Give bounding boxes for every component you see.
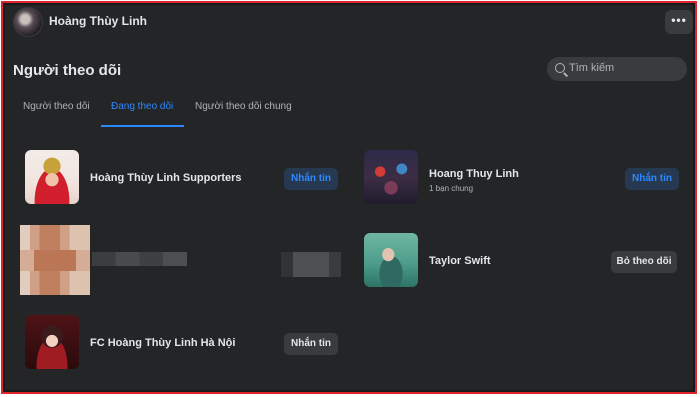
mutual-friends-count: 1 bạn chung bbox=[429, 184, 474, 193]
following-name[interactable]: FC Hoàng Thùy Linh Hà Nội bbox=[90, 337, 235, 349]
app-frame: Hoàng Thùy Linh ••• Người theo dõi Tìm k… bbox=[1, 1, 697, 394]
following-name[interactable]: Hoàng Thùy Linh Supporters bbox=[90, 172, 242, 184]
tab-followers[interactable]: Người theo dõi bbox=[23, 101, 90, 127]
profile-name[interactable]: Hoàng Thùy Linh bbox=[49, 14, 147, 28]
pixelated-avatar bbox=[20, 225, 90, 295]
page-title: Người theo dõi bbox=[13, 62, 122, 79]
following-name[interactable]: Hoang Thuy Linh bbox=[429, 168, 519, 180]
page-avatar[interactable] bbox=[25, 315, 79, 369]
message-button[interactable]: Nhắn tin bbox=[625, 168, 679, 190]
page-avatar[interactable] bbox=[364, 150, 418, 204]
message-button[interactable]: Nhắn tin bbox=[284, 333, 338, 355]
unfollow-button[interactable]: Bỏ theo dõi bbox=[611, 251, 677, 273]
tab-mutual-followers[interactable]: Người theo dõi chung bbox=[195, 101, 292, 127]
pixelated-button bbox=[281, 252, 341, 277]
page-avatar[interactable] bbox=[364, 233, 418, 287]
search-icon bbox=[555, 63, 565, 73]
message-button[interactable]: Nhắn tin bbox=[284, 168, 338, 190]
pixelated-name bbox=[92, 252, 187, 266]
search-placeholder: Tìm kiếm bbox=[569, 62, 615, 74]
more-options-button[interactable]: ••• bbox=[665, 10, 693, 34]
following-panel: Hoàng Thùy Linh ••• Người theo dõi Tìm k… bbox=[5, 5, 693, 390]
following-item[interactable]: Hoang Thuy Linh 1 bạn chung Nhắn tin bbox=[364, 150, 686, 210]
tab-following[interactable]: Đang theo dõi bbox=[111, 101, 173, 127]
following-item[interactable]: FC Hoàng Thùy Linh Hà Nội Nhắn tin bbox=[25, 315, 347, 375]
profile-avatar[interactable] bbox=[13, 7, 43, 37]
following-item[interactable]: Taylor Swift Bỏ theo dõi bbox=[364, 233, 686, 293]
active-tab-indicator bbox=[101, 125, 184, 127]
page-avatar[interactable] bbox=[25, 150, 79, 204]
following-name[interactable]: Taylor Swift bbox=[429, 255, 491, 267]
search-input[interactable]: Tìm kiếm bbox=[547, 57, 687, 81]
following-item[interactable]: Hoàng Thùy Linh Supporters Nhắn tin bbox=[25, 150, 347, 210]
